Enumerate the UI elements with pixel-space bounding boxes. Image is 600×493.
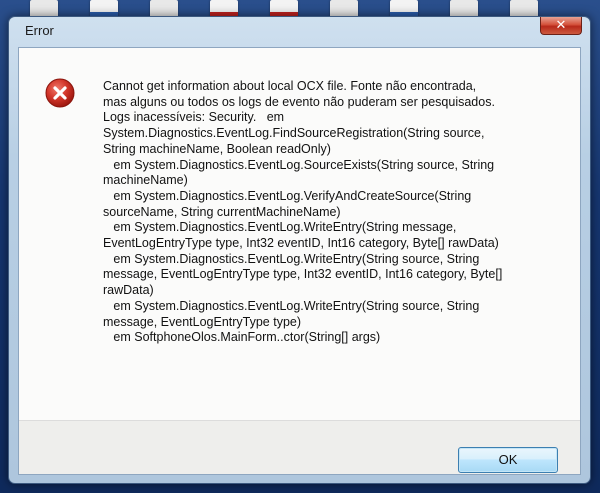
dialog-titlebar[interactable]: Error ✕: [9, 17, 590, 47]
ok-button[interactable]: OK: [458, 447, 558, 473]
close-button[interactable]: ✕: [540, 17, 582, 35]
error-dialog: Error ✕ Cannot get information about loc…: [8, 16, 591, 484]
dialog-content: Cannot get information about local OCX f…: [19, 48, 580, 420]
error-message: Cannot get information about local OCX f…: [103, 79, 503, 345]
close-icon: ✕: [555, 17, 567, 32]
dialog-button-bar: OK: [19, 420, 580, 474]
dialog-title: Error: [25, 23, 54, 38]
dialog-client-area: Cannot get information about local OCX f…: [18, 47, 581, 475]
error-icon: [45, 78, 75, 108]
